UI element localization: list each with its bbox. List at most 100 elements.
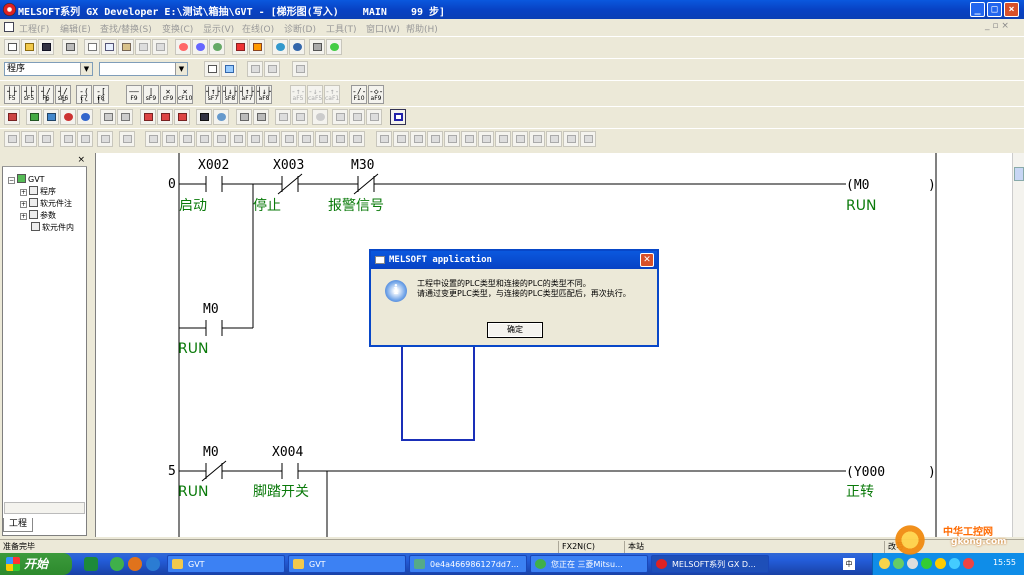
task-gx-developer[interactable]: MELSOFT系列 GX D... (651, 555, 769, 573)
ladder-vertical-scrollbar[interactable] (1012, 153, 1024, 537)
setup-icon[interactable] (236, 109, 252, 125)
sfc-step-icon[interactable] (21, 131, 37, 147)
media-icon[interactable] (128, 557, 142, 571)
cut-icon[interactable] (84, 39, 100, 55)
goto-icon[interactable] (366, 109, 382, 125)
monitor-start-icon[interactable] (272, 39, 288, 55)
sfc-sf9-icon[interactable] (349, 131, 365, 147)
ladder-key-9[interactable]: ✕ cF10 (177, 85, 193, 104)
ladder-key-5[interactable]: -[ ]- F8 (93, 85, 109, 104)
sfc-cf2-icon[interactable] (393, 131, 409, 147)
monitor-write-icon[interactable] (77, 109, 93, 125)
menu-tools[interactable]: 工具(T) (326, 22, 357, 35)
sfc-af7-icon[interactable] (478, 131, 494, 147)
find-instruction-icon[interactable] (192, 39, 208, 55)
tab-project[interactable]: 工程 (3, 518, 33, 532)
sfc-af10-icon[interactable] (529, 131, 545, 147)
sfc-f5-icon[interactable] (145, 131, 161, 147)
sfc-cf4-icon[interactable] (427, 131, 443, 147)
tree-item-program[interactable]: + 程序 (20, 186, 56, 197)
plc-write-icon[interactable] (232, 39, 248, 55)
timer-icon[interactable] (196, 109, 212, 125)
sfc-cf5-icon[interactable] (444, 131, 460, 147)
ladder-key-10[interactable]: ┤↑├ sF7 (205, 85, 221, 104)
task-gvt-1[interactable]: GVT (167, 555, 285, 573)
close-icon[interactable]: × (77, 155, 85, 165)
chevron-down-icon[interactable]: ▼ (175, 63, 187, 75)
task-image[interactable]: 0e4a466986127dd7... (409, 555, 527, 573)
monitor-all-icon[interactable] (309, 39, 325, 55)
undo-icon[interactable] (135, 39, 151, 55)
task-gvt-2[interactable]: GVT (288, 555, 406, 573)
sfc-f8b-icon[interactable] (315, 131, 331, 147)
sfc-select-icon[interactable] (119, 131, 135, 147)
read-mode-icon[interactable] (43, 109, 59, 125)
ladder-key-6[interactable]: —— F9 (126, 85, 142, 104)
mdi-window-controls[interactable]: _ ▫ × (985, 21, 1009, 31)
sfc-af8-icon[interactable] (495, 131, 511, 147)
device-test-icon[interactable] (326, 39, 342, 55)
zoom-icon[interactable] (213, 109, 229, 125)
tray-icon[interactable] (921, 558, 932, 569)
ok-button[interactable]: 确定 (487, 322, 543, 338)
chevron-down-icon[interactable]: ▼ (80, 63, 92, 75)
step-in-icon[interactable] (275, 109, 291, 125)
data-name-select[interactable]: ▼ (99, 62, 188, 76)
tree-root[interactable]: − GVT (8, 174, 45, 184)
ladder-key-8[interactable]: ✕ cF9 (160, 85, 176, 104)
collapse-icon[interactable]: − (8, 177, 15, 184)
tray-icon[interactable] (907, 558, 918, 569)
window-icon[interactable] (390, 109, 406, 125)
tree-item-parameter[interactable]: + 参数 (20, 210, 56, 221)
plc-read-icon[interactable] (249, 39, 265, 55)
sfc-f6-icon[interactable] (162, 131, 178, 147)
redo-icon[interactable] (152, 39, 168, 55)
tray-icon[interactable] (879, 558, 890, 569)
settings-icon[interactable] (253, 109, 269, 125)
ladder-key-16[interactable]: -↑-caF10 (324, 85, 340, 104)
menu-convert[interactable]: 变换(C) (162, 22, 193, 35)
sfc-cf9-icon[interactable] (563, 131, 579, 147)
data-type-select[interactable]: 程序 ▼ (4, 62, 93, 76)
ladder-view-icon[interactable] (221, 61, 237, 77)
sfc-f8-icon[interactable] (196, 131, 212, 147)
find-contact-icon[interactable] (209, 39, 225, 55)
sfc-jump-icon[interactable] (60, 131, 76, 147)
jump-back-icon[interactable] (349, 109, 365, 125)
monitor-mode-icon[interactable] (60, 109, 76, 125)
ladder-key-1[interactable]: ┤├ sF5 (21, 85, 37, 104)
ladder-key-7[interactable]: | sF9 (143, 85, 159, 104)
volume-icon[interactable] (949, 558, 960, 569)
sfc-sf5-icon[interactable] (247, 131, 263, 147)
sfc-af6-icon[interactable] (179, 131, 195, 147)
statement-icon[interactable] (117, 109, 133, 125)
device-memory-icon[interactable] (140, 109, 156, 125)
ladder-key-11[interactable]: ┤↓├ sF8 (222, 85, 238, 104)
write-mode-icon[interactable] (26, 109, 42, 125)
sfc-end-icon[interactable] (77, 131, 93, 147)
quicklaunch-icon[interactable] (84, 557, 98, 571)
sfc-f6b-icon[interactable] (264, 131, 280, 147)
sfc-delete-icon[interactable] (580, 131, 596, 147)
tray-icon[interactable] (935, 558, 946, 569)
label-program-icon[interactable] (292, 61, 308, 77)
sfc-block-icon[interactable] (4, 131, 20, 147)
sfc-f7b-icon[interactable] (298, 131, 314, 147)
ladder-key-4[interactable]: -( )- F7 (76, 85, 92, 104)
menu-diagnostics[interactable]: 诊断(D) (284, 22, 316, 35)
ladder-key-17[interactable]: -/- F10 (351, 85, 367, 104)
instruction-list-icon[interactable] (247, 61, 263, 77)
program-list-icon[interactable] (4, 109, 20, 125)
menu-project[interactable]: 工程(F) (19, 22, 49, 35)
comment-icon[interactable] (100, 109, 116, 125)
ladder-key-12[interactable]: ┤↑├ aF7 (239, 85, 255, 104)
tray-icon[interactable] (963, 558, 974, 569)
comment-display-icon[interactable] (204, 61, 220, 77)
ladder-key-3[interactable]: ┤/├ sF6 (55, 85, 71, 104)
search-icon[interactable] (312, 109, 328, 125)
maximize-button[interactable]: □ (987, 2, 1002, 17)
expand-icon[interactable]: + (20, 201, 27, 208)
tray-icon[interactable] (893, 558, 904, 569)
open-folder-icon[interactable] (21, 39, 37, 55)
paste-icon[interactable] (118, 39, 134, 55)
